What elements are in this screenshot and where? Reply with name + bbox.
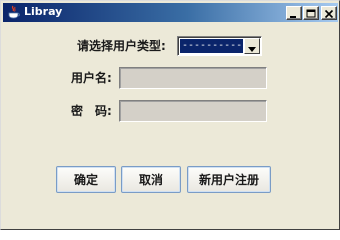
window-title: Libray: [24, 5, 63, 18]
minimize-button[interactable]: [286, 6, 302, 20]
password-label: 密 码:: [71, 104, 112, 118]
register-button-label: 新用户注册: [198, 173, 259, 187]
username-label: 用户名:: [71, 71, 112, 85]
java-icon: [6, 5, 20, 19]
cancel-button-label: 取消: [138, 173, 163, 187]
close-button[interactable]: [321, 6, 337, 20]
ok-button[interactable]: 确定: [56, 166, 116, 193]
cancel-button[interactable]: 取消: [121, 166, 181, 193]
password-field[interactable]: [119, 100, 267, 122]
chevron-down-icon: [248, 37, 256, 56]
ok-button-label: 确定: [73, 173, 98, 187]
user-type-select[interactable]: ----------: [177, 36, 262, 56]
register-button[interactable]: 新用户注册: [187, 166, 271, 193]
title-bar[interactable]: Libray: [3, 3, 338, 22]
username-field[interactable]: [119, 67, 267, 89]
user-type-selected-value: ----------: [180, 39, 243, 53]
maximize-button[interactable]: [303, 6, 319, 20]
dropdown-button[interactable]: [244, 38, 260, 54]
close-icon: [324, 4, 334, 23]
minimize-icon: [289, 4, 299, 23]
user-type-label: 请选择用户类型:: [77, 39, 166, 53]
login-dialog-window: Libray 请选择用户类型: ---------- 用户名: 密 码: 确定 …: [0, 0, 340, 230]
maximize-icon: [306, 4, 316, 23]
